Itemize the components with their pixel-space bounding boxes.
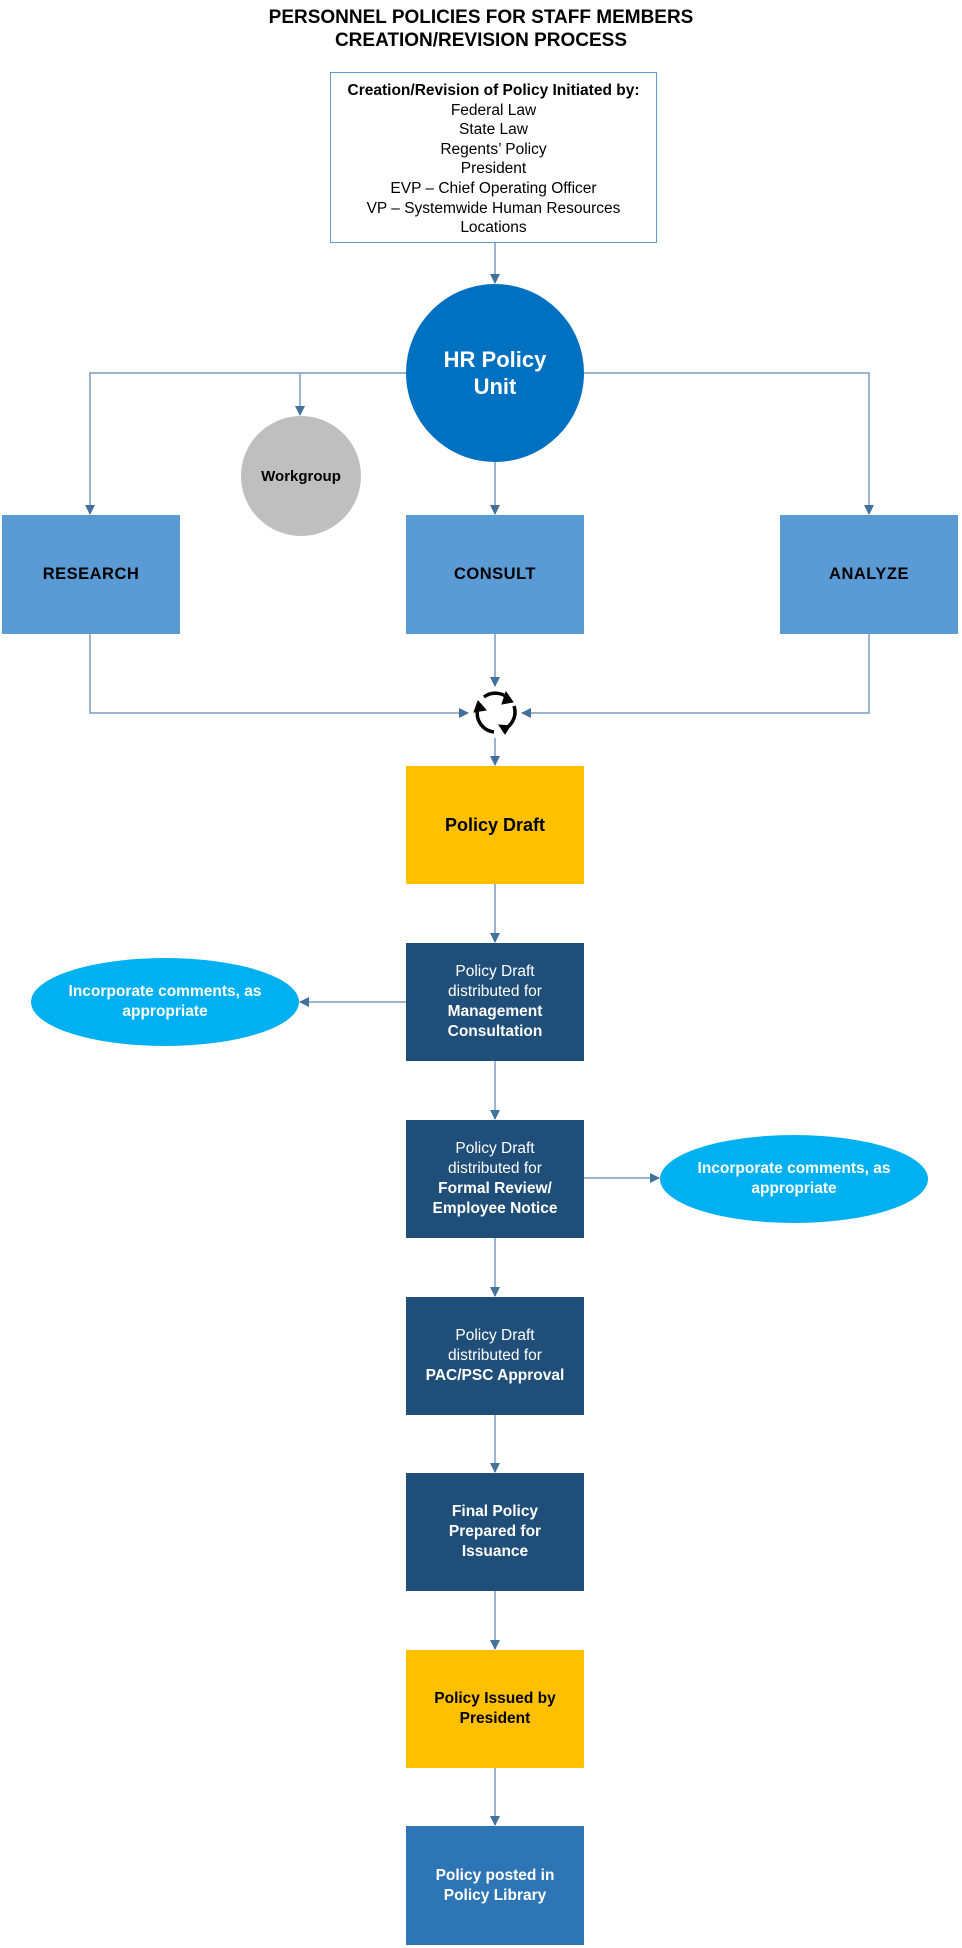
node-text: Policy Draft [455,1140,535,1158]
formal-review-node: Policy Draft distributed for Formal Review… [406,1120,584,1238]
node-text-bold: PAC/PSC Approval [425,1366,565,1384]
node-text: distributed for [448,1160,542,1178]
connector-research-cycle [89,634,469,718]
connector-hr-analyze [584,372,874,515]
node-text: distributed for [448,983,542,1001]
node-text-bold: Employee Notice [432,1199,558,1217]
node-text: Prepared for [448,1523,542,1541]
initiators-box: Creation/Revision of Policy Initiated by… [330,72,657,243]
node-text: Policy posted in [435,1866,555,1884]
management-consultation-node: Policy Draft distributed for Management Con… [406,943,584,1061]
refresh-cycle-icon [473,690,517,735]
diagram-title-line1: PERSONNEL POLICIES FOR STAFF MEMBERS [268,7,694,28]
initiator-item: EVP – Chief Operating Officer [390,179,597,197]
incorporate-comments-right-node: Incorporate comments, as appropriate [660,1135,928,1223]
initiator-item: Federal Law [450,101,537,119]
node-text: Policy Issued by [434,1690,556,1707]
pac-psc-approval-node: Policy Draft distributed for PAC/PSC Appro… [406,1297,584,1415]
initiators-heading: Creation/Revision of Policy Initiated by… [347,82,640,99]
node-text: Policy Draft [455,963,535,981]
node-text-bold: Consultation [447,1022,543,1040]
initiator-item: Regents’ Policy [440,140,547,158]
node-text: Policy Draft [455,1327,535,1345]
policy-draft-node: Policy Draft [406,766,584,884]
diagram-title-line2: CREATION/REVISION PROCESS [334,30,628,51]
node-text: President [459,1710,531,1727]
initiator-item: VP – Systemwide Human Resources [366,199,621,217]
incorporate-comments-left-node: Incorporate comments, as appropriate [31,958,299,1046]
hr-unit-label-line2: Unit [473,374,517,399]
final-policy-node: Final Policy Prepared for Issuance [406,1473,584,1591]
workgroup-node: Workgroup [241,416,361,536]
policy-library-node: Policy posted in Policy Library [406,1826,584,1945]
node-text: Issuance [461,1542,529,1560]
node-text-bold: Management [447,1003,543,1020]
node-text: Final Policy [451,1503,539,1521]
node-text: distributed for [448,1347,542,1365]
analyze-node: ANALYZE [780,515,958,634]
research-node: RESEARCH [2,515,180,634]
node-text-bold: Formal Review/ [438,1180,552,1197]
connector-analyze-cycle [521,634,870,718]
initiator-item: State Law [459,121,528,139]
hr-policy-unit-node: HR Policy Unit [406,284,584,462]
initiator-item: President [460,160,527,178]
node-text: Policy Library [443,1886,547,1904]
initiator-item: Locations [460,219,527,237]
hr-unit-label-line1: HR Policy [443,347,547,372]
consult-node: CONSULT [406,515,584,634]
policy-issued-node: Policy Issued by President [406,1650,584,1768]
